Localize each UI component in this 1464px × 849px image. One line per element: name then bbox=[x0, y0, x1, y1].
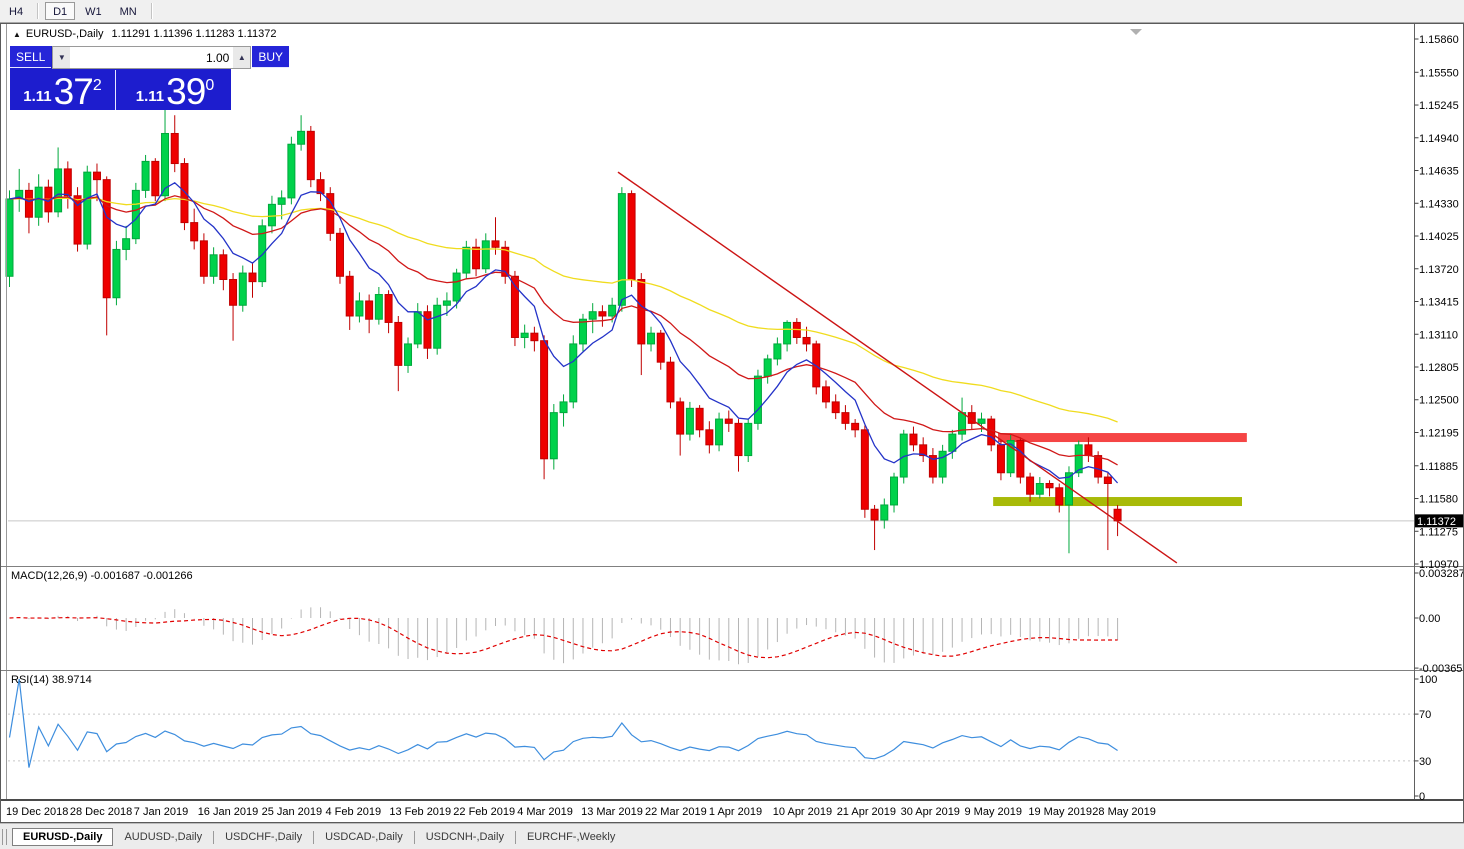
price-axis-label: 1.15550 bbox=[1419, 67, 1459, 79]
time-axis-label: 13 Feb 2019 bbox=[389, 806, 451, 818]
price-axis-label: 1.14330 bbox=[1419, 198, 1459, 210]
chart-tab-usdchf-daily[interactable]: USDCHF-,Daily bbox=[214, 828, 313, 846]
sell-price-prefix: 1.11 bbox=[23, 89, 51, 104]
rsi-axis-label: 0 bbox=[1419, 791, 1425, 803]
volume-input[interactable] bbox=[70, 47, 233, 68]
rsi-axis-label: 30 bbox=[1419, 756, 1431, 768]
chart-title: ▲ EURUSD-,Daily 1.11291 1.11396 1.11283 1.… bbox=[13, 28, 277, 40]
trade-controls-row: SELL ▼ ▲ BUY bbox=[10, 46, 231, 69]
timeframe-button-mn[interactable]: MN bbox=[112, 2, 145, 20]
price-axis-label: 1.11885 bbox=[1419, 461, 1458, 473]
buy-price-pip: 0 bbox=[205, 78, 214, 94]
time-axis-label: 4 Mar 2019 bbox=[517, 806, 573, 818]
time-axis-label: 10 Apr 2019 bbox=[773, 806, 832, 818]
chart-tab-usdcad-daily[interactable]: USDCAD-,Daily bbox=[314, 828, 414, 846]
chart-canvas[interactable]: 1.15860 1.15550 1.15245 1.14940 1.14635 1.143… bbox=[1, 24, 1463, 822]
chart-shift-marker-icon bbox=[1130, 29, 1142, 35]
mt4-app: H4D1W1MN 1.158601.155501.152451.149401.1… bbox=[0, 0, 1464, 849]
collapse-trade-panel-icon[interactable]: ▲ bbox=[13, 30, 21, 39]
macd-axis-label: 0.00 bbox=[1419, 613, 1440, 625]
time-axis-label: 22 Mar 2019 bbox=[645, 806, 707, 818]
time-axis-label: 13 Mar 2019 bbox=[581, 806, 643, 818]
time-axis-label: 19 Dec 2018 bbox=[6, 806, 68, 818]
time-axis-label: 28 May 2019 bbox=[1092, 806, 1156, 818]
price-axis-label: 1.12500 bbox=[1419, 395, 1459, 407]
time-axis-label: 25 Jan 2019 bbox=[262, 806, 323, 818]
sell-price-pip: 2 bbox=[93, 78, 102, 94]
rsi-pane[interactable] bbox=[8, 679, 1414, 768]
timeframe-button-h4[interactable]: H4 bbox=[1, 2, 31, 20]
price-axis-label: 1.15245 bbox=[1419, 100, 1459, 112]
sell-price[interactable]: 1.11 37 2 bbox=[10, 70, 116, 110]
resistance-level-band bbox=[998, 433, 1247, 442]
trade-prices-row: 1.11 37 2 1.11 39 0 bbox=[10, 70, 231, 110]
chart-tab-audusd-daily[interactable]: AUDUSD-,Daily bbox=[113, 828, 213, 846]
buy-price[interactable]: 1.11 39 0 bbox=[119, 70, 231, 110]
timeframe-toolbar: H4 D1W1MN bbox=[0, 0, 1464, 23]
time-axis-label: 4 Feb 2019 bbox=[326, 806, 382, 818]
one-click-trade-panel: SELL ▼ ▲ BUY 1.11 37 2 1.11 39 0 bbox=[10, 46, 231, 110]
price-axis-label: 1.14025 bbox=[1419, 231, 1459, 243]
buy-price-main: 39 bbox=[166, 77, 205, 107]
chart-tab-eurusd-daily[interactable]: EURUSD-,Daily bbox=[12, 828, 113, 846]
time-axis-label: 7 Jan 2019 bbox=[134, 806, 188, 818]
price-axis-label: 1.11580 bbox=[1419, 494, 1458, 506]
time-axis-label: 1 Apr 2019 bbox=[709, 806, 762, 818]
rsi-axis-label: 100 bbox=[1419, 674, 1437, 686]
volume-down-icon[interactable]: ▼ bbox=[53, 47, 70, 68]
time-axis-label: 9 May 2019 bbox=[965, 806, 1022, 818]
price-axis-label: 1.12805 bbox=[1419, 362, 1459, 374]
buy-price-prefix: 1.11 bbox=[136, 89, 164, 104]
toolbar-separator bbox=[151, 3, 153, 19]
buy-button[interactable]: BUY bbox=[252, 46, 289, 68]
rsi-indicator-label: RSI(14) 38.9714 bbox=[11, 674, 92, 686]
sell-button[interactable]: SELL bbox=[10, 46, 51, 68]
time-axis-label: 22 Feb 2019 bbox=[453, 806, 515, 818]
volume-spinner: ▼ ▲ bbox=[52, 46, 251, 69]
macd-axis-label: 0.003287 bbox=[1419, 568, 1463, 580]
candlestick-series bbox=[6, 110, 1121, 553]
time-axis-label: 16 Jan 2019 bbox=[198, 806, 259, 818]
price-axis-label: 1.14940 bbox=[1419, 133, 1459, 145]
chart-window: 1.15860 1.15550 1.15245 1.14940 1.14635 1.143… bbox=[0, 23, 1464, 823]
chart-symbol-period: EURUSD-,Daily bbox=[26, 28, 104, 40]
time-axis-label: 19 May 2019 bbox=[1028, 806, 1092, 818]
price-axis-label: 1.14635 bbox=[1419, 166, 1459, 178]
chart-ohlc-readout: 1.11291 1.11396 1.11283 1.11372 bbox=[112, 28, 277, 40]
rsi-axis-label: 70 bbox=[1419, 709, 1431, 721]
price-axis-label: 1.12195 bbox=[1419, 428, 1459, 440]
time-axis[interactable]: 19 Dec 201828 Dec 20187 Jan 2019 16 Jan 2… bbox=[6, 806, 1156, 818]
price-axis-label: 1.13110 bbox=[1419, 329, 1458, 341]
toolbar-separator bbox=[37, 3, 39, 19]
macd-indicator-label: MACD(12,26,9) -0.001687 -0.001266 bbox=[11, 570, 193, 582]
timeframe-button-w1[interactable]: W1 bbox=[77, 2, 110, 20]
chart-tab-bar: EURUSD-,DailyAUDUSD-,DailyUSDCHF-,DailyU… bbox=[0, 823, 1464, 849]
price-axis-label: 1.15860 bbox=[1419, 34, 1459, 46]
time-axis-label: 30 Apr 2019 bbox=[901, 806, 960, 818]
tabbar-grip bbox=[2, 829, 7, 845]
price-axis-label: 1.13415 bbox=[1419, 297, 1459, 309]
svg-text:1.11372: 1.11372 bbox=[1417, 516, 1456, 528]
price-axis-label: 1.11275 bbox=[1419, 526, 1458, 538]
price-axis[interactable]: 1.15860 1.15550 1.15245 1.14940 1.14635 1.143… bbox=[1415, 34, 1464, 803]
time-axis-label: 21 Apr 2019 bbox=[837, 806, 896, 818]
price-axis-label: 1.13720 bbox=[1419, 264, 1459, 276]
chart-tab-eurchf-weekly[interactable]: EURCHF-,Weekly bbox=[516, 828, 626, 846]
chart-tab-usdcnh-daily[interactable]: USDCNH-,Daily bbox=[415, 828, 515, 846]
sell-price-main: 37 bbox=[54, 77, 93, 107]
volume-up-icon[interactable]: ▲ bbox=[233, 47, 250, 68]
timeframe-button-d1[interactable]: D1 bbox=[45, 2, 75, 20]
macd-pane[interactable] bbox=[10, 607, 1118, 664]
time-axis-label: 28 Dec 2018 bbox=[70, 806, 132, 818]
